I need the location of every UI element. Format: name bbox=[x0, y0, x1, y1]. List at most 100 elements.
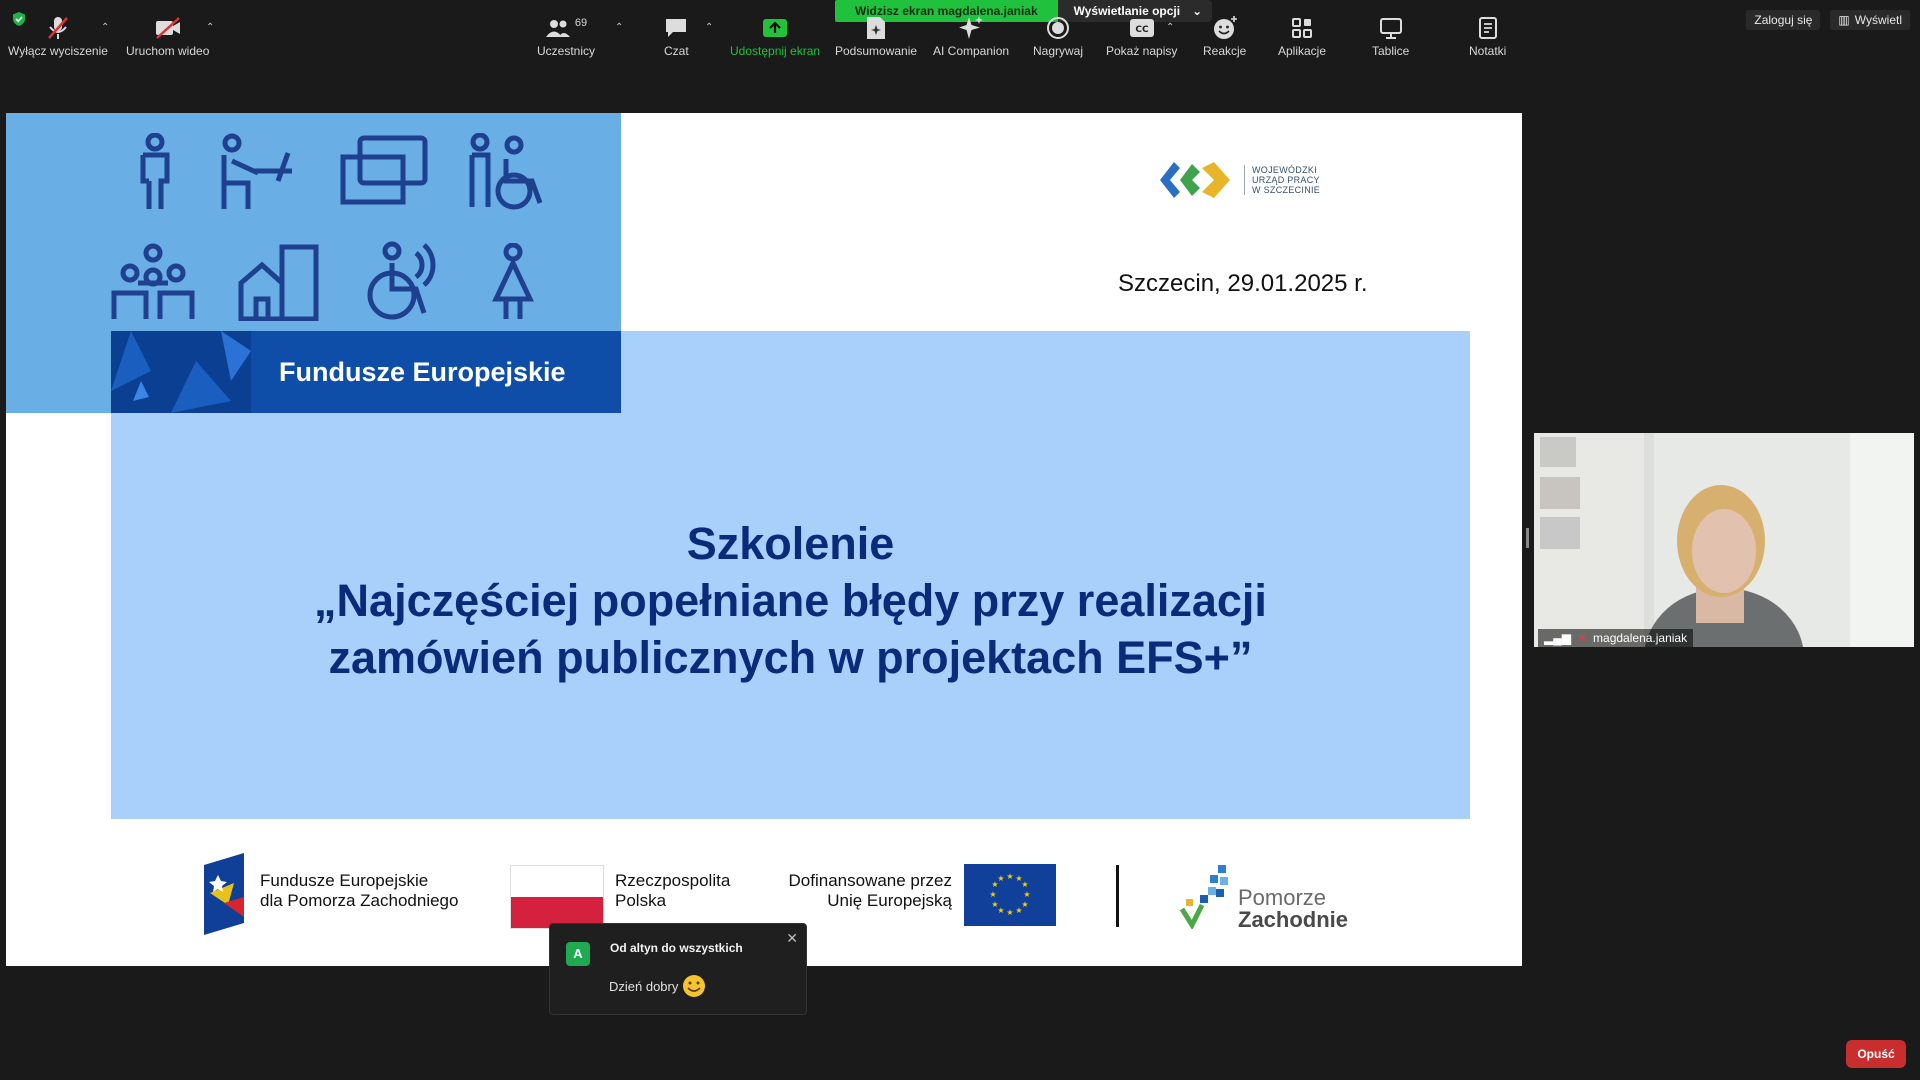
ai-sparkle-icon bbox=[959, 16, 984, 39]
participant-name-tag: ▂▄▆ ✕ magdalena.janiak bbox=[1538, 629, 1694, 647]
group-people-icon bbox=[111, 243, 195, 319]
fe-pz-line-2: dla Pomorza Zachodniego bbox=[260, 891, 459, 910]
participants-chevron-icon[interactable]: ⌃ bbox=[615, 22, 623, 33]
fe-pz-line-1: Fundusze Europejskie bbox=[260, 871, 429, 890]
captions-button[interactable]: CC Pokaż napisy bbox=[1106, 14, 1177, 58]
rp-line-1: Rzeczpospolita bbox=[615, 871, 731, 890]
signal-strength-icon: ▂▄▆ bbox=[1544, 631, 1571, 645]
apps-button[interactable]: Aplikacje bbox=[1278, 14, 1326, 58]
chat-message: Dzień dobry bbox=[609, 974, 706, 998]
start-video-button[interactable]: Uruchom wideo bbox=[126, 14, 209, 58]
chat-bubble-icon bbox=[666, 19, 687, 37]
participant-name: magdalena.janiak bbox=[1593, 631, 1688, 645]
whiteboard-icon bbox=[1379, 18, 1402, 39]
close-icon[interactable]: ✕ bbox=[786, 930, 798, 947]
mic-muted-icon bbox=[48, 17, 68, 39]
pomorze-logo-icon bbox=[1179, 865, 1228, 929]
signin-button[interactable]: Zaloguj się bbox=[1746, 10, 1821, 30]
captions-label: Pokaż napisy bbox=[1106, 44, 1178, 58]
reaction-emoji-icon bbox=[1213, 16, 1237, 39]
chat-button[interactable]: Czat bbox=[664, 14, 689, 58]
fe-pz-label: Fundusze Europejskie dla Pomorza Zachodn… bbox=[260, 871, 458, 911]
ai-companion-button[interactable]: AI Companion bbox=[933, 14, 1009, 58]
participant-video-tile[interactable]: ▂▄▆ ✕ magdalena.janiak bbox=[1534, 433, 1914, 647]
whiteboards-label: Tablice bbox=[1372, 44, 1410, 58]
video-options-chevron-icon[interactable]: ⌃ bbox=[206, 22, 214, 33]
chat-label: Czat bbox=[664, 44, 689, 58]
person-standing-icon bbox=[140, 133, 170, 209]
notes-button[interactable]: Notatki bbox=[1469, 14, 1506, 58]
eu-line-2: Unię Europejską bbox=[827, 891, 952, 910]
summary-button[interactable]: Podsumowanie bbox=[835, 14, 917, 58]
ai-companion-label: AI Companion bbox=[933, 44, 1010, 58]
person-wheelchair-helper-icon bbox=[469, 133, 543, 210]
wup-line-2: URZĄD PRACY bbox=[1252, 175, 1320, 185]
fe-pz-logo-icon bbox=[204, 853, 244, 935]
captions-chevron-icon[interactable]: ⌃ bbox=[1166, 22, 1174, 33]
share-screen-icon bbox=[763, 19, 788, 37]
share-screen-label: Udostępnij ekran bbox=[730, 44, 821, 58]
chat-sender: Od altyn do wszystkich bbox=[610, 941, 743, 955]
muted-mic-icon: ✕ bbox=[1576, 631, 1588, 645]
view-button[interactable]: ▥ Wyświetl bbox=[1830, 10, 1910, 30]
svg-text:CC: CC bbox=[1135, 25, 1149, 35]
apps-grid-icon bbox=[1292, 18, 1313, 38]
smile-emoji-icon bbox=[683, 975, 706, 997]
buildings-icon bbox=[238, 244, 319, 321]
sender-avatar: A bbox=[566, 942, 590, 966]
wup-text: WOJEWÓDZKI URZĄD PRACY W SZCZECINIE bbox=[1244, 165, 1320, 195]
participants-button[interactable]: 69 Uczestnicy bbox=[537, 14, 595, 58]
share-screen-button[interactable]: Udostępnij ekran bbox=[730, 14, 820, 58]
video-resize-handle[interactable] bbox=[1526, 528, 1529, 548]
pomorze-label: Pomorze Zachodnie bbox=[1238, 887, 1348, 931]
eu-flag-icon: ★ ★ ★ ★ ★ ★ ★ ★ ★ ★ ★ ★ bbox=[964, 864, 1056, 926]
wheelchair-icon bbox=[367, 241, 436, 320]
title-line-1: Szkolenie bbox=[686, 518, 895, 569]
chat-notification[interactable]: A Od altyn do wszystkich Dzień dobry ✕ bbox=[549, 923, 807, 1015]
fe-star-logo bbox=[111, 331, 251, 413]
wup-logo: WOJEWÓDZKI URZĄD PRACY W SZCZECINIE bbox=[1158, 158, 1320, 202]
record-button[interactable]: Nagrywaj bbox=[1033, 14, 1083, 58]
svg-text:★: ★ bbox=[991, 900, 998, 909]
fe-label: Fundusze Europejskie bbox=[279, 357, 566, 387]
chat-message-text: Dzień dobry bbox=[609, 978, 679, 994]
svg-text:★: ★ bbox=[1006, 908, 1013, 917]
rp-line-2: Polska bbox=[615, 891, 667, 910]
reactions-label: Reakcje bbox=[1203, 44, 1247, 58]
unmute-label: Wyłącz wyciszenie bbox=[8, 44, 108, 58]
video-off-icon bbox=[155, 17, 180, 39]
chat-chevron-icon[interactable]: ⌃ bbox=[705, 22, 713, 33]
view-layout-icon: ▥ bbox=[1838, 13, 1850, 27]
fe-pictogram-panel bbox=[6, 113, 621, 331]
polish-flag-icon bbox=[510, 865, 604, 929]
eu-line-1: Dofinansowane przez bbox=[788, 871, 952, 890]
audio-options-chevron-icon[interactable]: ⌃ bbox=[101, 22, 109, 33]
rp-label: Rzeczpospolita Polska bbox=[615, 871, 730, 911]
shared-slide: Fundusze Europejskie WOJEWÓDZKI URZĄD PR… bbox=[6, 113, 1522, 966]
participants-icon bbox=[545, 20, 570, 37]
participants-label: Uczestnicy bbox=[537, 44, 596, 58]
slide-date: Szczecin, 29.01.2025 r. bbox=[1118, 270, 1368, 297]
apps-label: Aplikacje bbox=[1278, 44, 1327, 58]
svg-text:★: ★ bbox=[1023, 890, 1030, 899]
wup-emblem-icon bbox=[1160, 162, 1230, 198]
whiteboards-button[interactable]: Tablice bbox=[1372, 14, 1409, 58]
meeting-toolbar bbox=[0, 1016, 1920, 1080]
eu-label: Dofinansowane przez Unię Europejską bbox=[776, 871, 952, 911]
reactions-button[interactable]: Reakcje bbox=[1203, 14, 1246, 58]
woman-standing-icon bbox=[492, 243, 534, 319]
logo-divider bbox=[1116, 865, 1119, 927]
leave-button[interactable]: Opuść bbox=[1846, 1040, 1906, 1068]
start-video-label: Uruchom wideo bbox=[126, 44, 210, 58]
unmute-button[interactable]: Wyłącz wyciszenie bbox=[8, 14, 108, 58]
slide-title: Szkolenie „Najczęściej popełniane błędy … bbox=[111, 515, 1470, 686]
wup-line-3: W SZCZECINIE bbox=[1252, 185, 1321, 195]
left-accent-strip bbox=[6, 331, 111, 413]
svg-text:★: ★ bbox=[989, 890, 996, 899]
notes-label: Notatki bbox=[1469, 44, 1507, 58]
svg-text:★: ★ bbox=[1015, 906, 1022, 915]
title-line-2: „Najczęściej popełniane błędy przy reali… bbox=[314, 575, 1267, 626]
participant-video-frame bbox=[1534, 433, 1914, 647]
wup-line-1: WOJEWÓDZKI bbox=[1252, 165, 1317, 175]
chevron-down-icon: ⌄ bbox=[1192, 4, 1203, 18]
